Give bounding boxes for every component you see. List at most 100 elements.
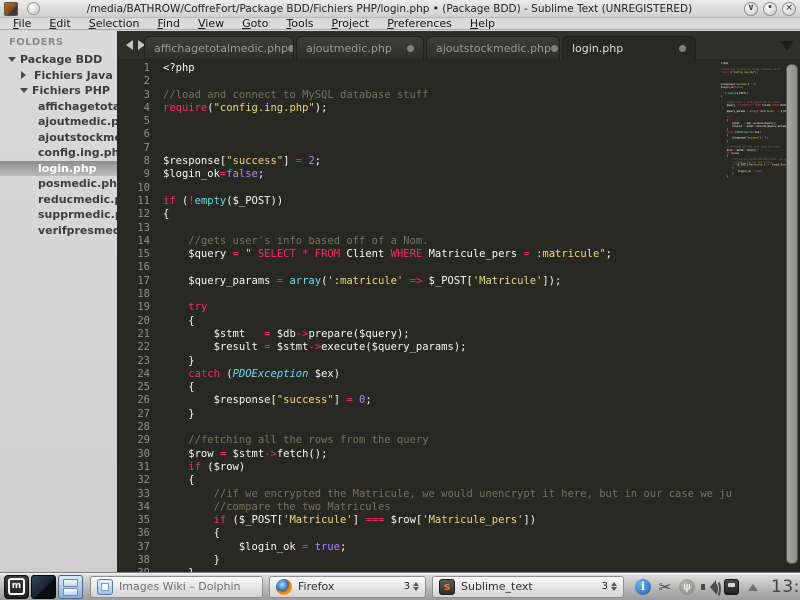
menu-item-edit[interactable]: Edit bbox=[40, 17, 79, 30]
code-line[interactable]: 2 bbox=[117, 75, 800, 88]
menu-item-goto[interactable]: Goto bbox=[233, 17, 277, 30]
tab-overflow-menu-icon[interactable] bbox=[780, 41, 794, 57]
code-line[interactable]: 4require("config.ing.php"); bbox=[117, 102, 800, 115]
modified-dot-icon[interactable] bbox=[679, 45, 686, 52]
menu-item-preferences[interactable]: Preferences bbox=[378, 17, 461, 30]
chevron-down-icon[interactable] bbox=[8, 57, 16, 66]
sidebar-item-ajoutstockmedic-php[interactable]: ajoutstockmedic.php bbox=[0, 130, 117, 146]
sidebar-item-package-bdd[interactable]: Package BDD bbox=[0, 52, 117, 68]
menu-item-help[interactable]: Help bbox=[461, 17, 504, 30]
code-line[interactable]: 25 { bbox=[117, 381, 800, 394]
menu-item-file[interactable]: File bbox=[4, 17, 40, 30]
clock[interactable]: 13:00 bbox=[771, 577, 800, 597]
device-manager-icon[interactable] bbox=[722, 578, 740, 596]
sidebar-item-affichagetotalmedic-php[interactable]: affichagetotalmedic.php bbox=[0, 99, 117, 115]
menu-item-find[interactable]: Find bbox=[148, 17, 189, 30]
tab-login-php[interactable]: login.php bbox=[562, 36, 696, 59]
mint-menu-button[interactable]: m bbox=[4, 575, 29, 599]
task-button-images-wiki-dolphin[interactable]: Images Wiki – Dolphin bbox=[90, 576, 263, 598]
tray-expander-icon[interactable] bbox=[744, 578, 762, 596]
code-line[interactable]: 12{ bbox=[117, 208, 800, 221]
close-button[interactable]: × bbox=[782, 2, 796, 16]
code-line[interactable]: 16 bbox=[117, 261, 800, 274]
code-line[interactable]: 28 bbox=[117, 421, 800, 434]
code-line[interactable]: 5 bbox=[117, 115, 800, 128]
code-line[interactable]: 6 bbox=[117, 128, 800, 141]
code-area[interactable]: 1<?php23//load and connect to MySQL data… bbox=[117, 59, 800, 572]
editor: affichagetotalmedic.phpajoutmedic.phpajo… bbox=[117, 31, 800, 572]
code-line[interactable]: 33 //if we encrypted the Matricule, we w… bbox=[117, 488, 800, 501]
tab-ajoutmedic-php[interactable]: ajoutmedic.php bbox=[296, 36, 424, 59]
tab-affichagetotalmedic-php[interactable]: affichagetotalmedic.php bbox=[144, 36, 294, 59]
code-line[interactable]: 19 try bbox=[117, 301, 800, 314]
menu-item-tools[interactable]: Tools bbox=[277, 17, 322, 30]
code-line[interactable]: 38 } bbox=[117, 554, 800, 567]
task-button-firefox[interactable]: Firefox3 bbox=[269, 576, 426, 598]
code-line[interactable]: 24 catch (PDOException $ex) bbox=[117, 368, 800, 381]
code-line[interactable]: 35 if ($_POST['Matricule'] === $row['Mat… bbox=[117, 514, 800, 527]
sidebar-item-login-php[interactable]: login.php bbox=[0, 161, 117, 177]
code-line-text: //fetching all the rows from the query bbox=[150, 434, 429, 446]
update-notifier-icon[interactable]: i bbox=[634, 578, 652, 596]
chevron-right-icon[interactable] bbox=[21, 71, 30, 79]
code-line[interactable]: 31 if ($row) bbox=[117, 461, 800, 474]
code-line[interactable]: 9$login_ok=false; bbox=[117, 168, 800, 181]
chevron-down-icon[interactable] bbox=[20, 88, 28, 97]
window-menu-button[interactable] bbox=[27, 2, 40, 15]
usb-device-icon[interactable]: ψ bbox=[678, 578, 696, 596]
count-spinner-icon[interactable] bbox=[611, 579, 617, 594]
menu-item-selection[interactable]: Selection bbox=[80, 17, 149, 30]
tab-ajoutstockmedic-php[interactable]: ajoutstockmedic.php bbox=[426, 36, 560, 59]
code-line[interactable]: 13 bbox=[117, 222, 800, 235]
code-line[interactable]: 7 bbox=[117, 142, 800, 155]
tab-scroll-left-icon[interactable] bbox=[121, 40, 133, 50]
code-line[interactable]: 21 $stmt = $db->prepare($query); bbox=[117, 328, 800, 341]
code-line[interactable]: 20 { bbox=[117, 315, 800, 328]
konsole-launcher-icon[interactable] bbox=[31, 575, 56, 599]
file-cabinet-launcher-icon[interactable] bbox=[58, 575, 83, 599]
code-line[interactable]: 29 //fetching all the rows from the quer… bbox=[117, 434, 800, 447]
code-line[interactable]: 3//load and connect to MySQL database st… bbox=[117, 89, 800, 102]
menu-item-view[interactable]: View bbox=[189, 17, 233, 30]
klipper-scissors-icon[interactable]: ✂ bbox=[656, 578, 674, 596]
sidebar-item-posmedic-php[interactable]: posmedic.php bbox=[0, 176, 117, 192]
tree-item-label: ajoutstockmedic.php bbox=[38, 131, 117, 144]
maximize-button[interactable]: • bbox=[763, 2, 777, 16]
code-line[interactable]: 17 $query_params = array(':matricule' =>… bbox=[117, 275, 800, 288]
code-line[interactable]: 32 { bbox=[117, 474, 800, 487]
modified-dot-icon[interactable] bbox=[551, 45, 558, 52]
sidebar-item-verifpresmedic-php[interactable]: verifpresmedic.php bbox=[0, 223, 117, 239]
code-line[interactable]: 8$response["success"] = 2; bbox=[117, 155, 800, 168]
task-button-sublime-text[interactable]: sSublime_text3 bbox=[432, 576, 624, 598]
sidebar-item-supprmedic-php[interactable]: supprmedic.php bbox=[0, 207, 117, 223]
code-line[interactable]: 22 $result = $stmt->execute($query_param… bbox=[117, 341, 800, 354]
modified-dot-icon[interactable] bbox=[288, 45, 294, 52]
code-line[interactable]: 11if (!empty($_POST)) bbox=[117, 195, 800, 208]
code-line[interactable]: 18 bbox=[117, 288, 800, 301]
minimap[interactable]: <?php//load and connect to MySQL databas… bbox=[718, 62, 786, 572]
sidebar-item-fichiers-java[interactable]: Fichiers Java bbox=[0, 68, 117, 84]
vertical-scrollbar[interactable] bbox=[786, 64, 798, 564]
menu-item-project[interactable]: Project bbox=[323, 17, 379, 30]
sidebar-item-ajoutmedic-php[interactable]: ajoutmedic.php bbox=[0, 114, 117, 130]
code-line[interactable]: 15 $query = " SELECT * FROM Client WHERE… bbox=[117, 248, 800, 261]
code-line[interactable]: 30 $row = $stmt->fetch(); bbox=[117, 448, 800, 461]
code-line[interactable]: 36 { bbox=[117, 527, 800, 540]
code-line[interactable]: 23 } bbox=[117, 355, 800, 368]
sidebar-item-reducmedic-php[interactable]: reducmedic.php bbox=[0, 192, 117, 208]
code-line[interactable]: 14 //gets user's info based off of a Nom… bbox=[117, 235, 800, 248]
code-line[interactable]: 34 //compare the two Matricules bbox=[117, 501, 800, 514]
code-line[interactable]: 10 bbox=[117, 182, 800, 195]
count-spinner-icon[interactable] bbox=[413, 579, 419, 594]
mint-logo-icon: m bbox=[8, 578, 25, 595]
sidebar-item-config-ing-php[interactable]: config.ing.php bbox=[0, 145, 117, 161]
code-line[interactable]: 37 $login_ok = true; bbox=[117, 541, 800, 554]
code-line[interactable]: 27 } bbox=[117, 408, 800, 421]
info-glyph: i bbox=[635, 579, 651, 595]
volume-icon[interactable] bbox=[700, 578, 718, 596]
minimize-button[interactable]: ∨ bbox=[744, 2, 758, 16]
modified-dot-icon[interactable] bbox=[407, 45, 414, 52]
code-line[interactable]: 1<?php bbox=[117, 62, 800, 75]
sidebar-item-fichiers-php[interactable]: Fichiers PHP bbox=[0, 83, 117, 99]
code-line[interactable]: 26 $response["success"] = 0; bbox=[117, 394, 800, 407]
